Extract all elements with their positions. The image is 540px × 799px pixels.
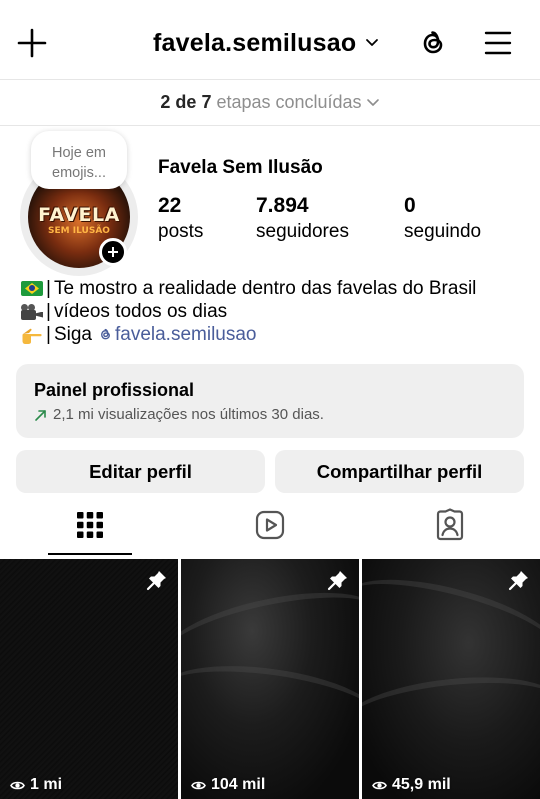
- bio-text: Te mostro a realidade dentro das favelas…: [53, 278, 477, 299]
- bio-line: | vídeos todos os dias: [21, 300, 531, 323]
- stat-posts[interactable]: 22 posts: [158, 193, 203, 245]
- username: favela.semilusao: [153, 28, 357, 57]
- pin-icon: [146, 571, 166, 591]
- menu-icon[interactable]: [482, 27, 514, 59]
- view-count-value: 1 mi: [30, 776, 63, 793]
- edit-profile-button[interactable]: Editar perfil: [16, 450, 265, 493]
- bio: | Te mostro a realidade dentro das favel…: [21, 277, 531, 346]
- grid-icon[interactable]: [73, 508, 107, 542]
- plus-icon[interactable]: [16, 27, 48, 59]
- stat-label: seguidores: [256, 221, 349, 242]
- steps-progress[interactable]: 2 de 7 etapas concluídas: [0, 80, 540, 125]
- pro-panel-subtitle-row: 2,1 mi visualizações nos últimos 30 dias…: [34, 404, 506, 426]
- post-thumbnail[interactable]: 1 mi: [0, 559, 178, 799]
- chevron-down-icon: [366, 39, 379, 46]
- reels-icon[interactable]: [253, 508, 287, 542]
- stat-label: posts: [158, 221, 204, 242]
- divider: [0, 125, 540, 126]
- view-count-value: 45,9 mil: [392, 776, 451, 793]
- view-count: 45,9 mil: [372, 776, 451, 794]
- add-story-icon[interactable]: [99, 238, 127, 266]
- stat-value: 0: [404, 194, 416, 217]
- active-tab-indicator: [48, 553, 132, 555]
- pointing-hand-icon: [22, 328, 42, 344]
- threads-icon[interactable]: [417, 27, 449, 59]
- post-thumbnail[interactable]: 45,9 mil: [362, 559, 540, 799]
- view-count-value: 104 mil: [211, 776, 266, 793]
- bio-line: | Te mostro a realidade dentro das favel…: [21, 277, 531, 300]
- stat-followers[interactable]: 7.894 seguidores: [256, 193, 349, 245]
- eye-icon: [191, 781, 206, 789]
- note-bubble[interactable]: Hoje em emojis...: [31, 131, 127, 189]
- eye-icon: [10, 781, 25, 789]
- bio-line: | Siga favela.semilusao: [21, 323, 531, 346]
- bio-text: Siga: [53, 324, 92, 345]
- view-count: 1 mi: [10, 776, 62, 794]
- share-profile-button[interactable]: Compartilhar perfil: [275, 450, 524, 493]
- steps-label: etapas concluídas: [216, 92, 362, 112]
- eye-icon: [372, 781, 387, 789]
- bio-separator: |: [46, 301, 51, 322]
- stat-value: 22: [158, 194, 182, 217]
- pin-icon: [508, 571, 528, 591]
- view-count: 104 mil: [191, 776, 265, 794]
- post-thumbnail[interactable]: 104 mil: [181, 559, 359, 799]
- pin-icon: [327, 571, 347, 591]
- tagged-icon[interactable]: [433, 508, 467, 542]
- avatar-logo-text: FAVELA: [38, 204, 120, 226]
- top-bar: favela.semilusao: [0, 0, 540, 80]
- pro-panel-title: Painel profissional: [34, 380, 195, 400]
- brazil-flag-icon: [21, 281, 43, 296]
- bio-separator: |: [46, 324, 51, 345]
- threads-icon: [101, 328, 110, 340]
- professional-dashboard[interactable]: Painel profissional 2,1 mi visualizações…: [16, 364, 524, 438]
- display-name: Favela Sem Ilusão: [158, 157, 323, 178]
- movie-camera-icon: [21, 303, 43, 320]
- fabric-texture: [181, 654, 359, 754]
- steps-count: 2 de 7: [160, 92, 212, 112]
- stat-label: seguindo: [404, 221, 482, 242]
- chevron-down-icon: [366, 98, 379, 106]
- stat-following[interactable]: 0 seguindo: [404, 193, 481, 245]
- threads-handle: favela.semilusao: [114, 324, 257, 345]
- bio-separator: |: [46, 278, 51, 299]
- threads-profile-link[interactable]: favela.semilusao: [98, 323, 257, 346]
- bio-text: vídeos todos os dias: [53, 301, 228, 322]
- fabric-texture: [362, 667, 540, 761]
- pro-panel-subtitle: 2,1 mi visualizações nos últimos 30 dias…: [53, 406, 324, 423]
- stat-value: 7.894: [256, 194, 309, 217]
- account-switcher[interactable]: favela.semilusao: [153, 27, 380, 59]
- avatar-logo-subtext: SEM ILUSÃO: [48, 226, 110, 236]
- trend-up-icon: [35, 409, 46, 421]
